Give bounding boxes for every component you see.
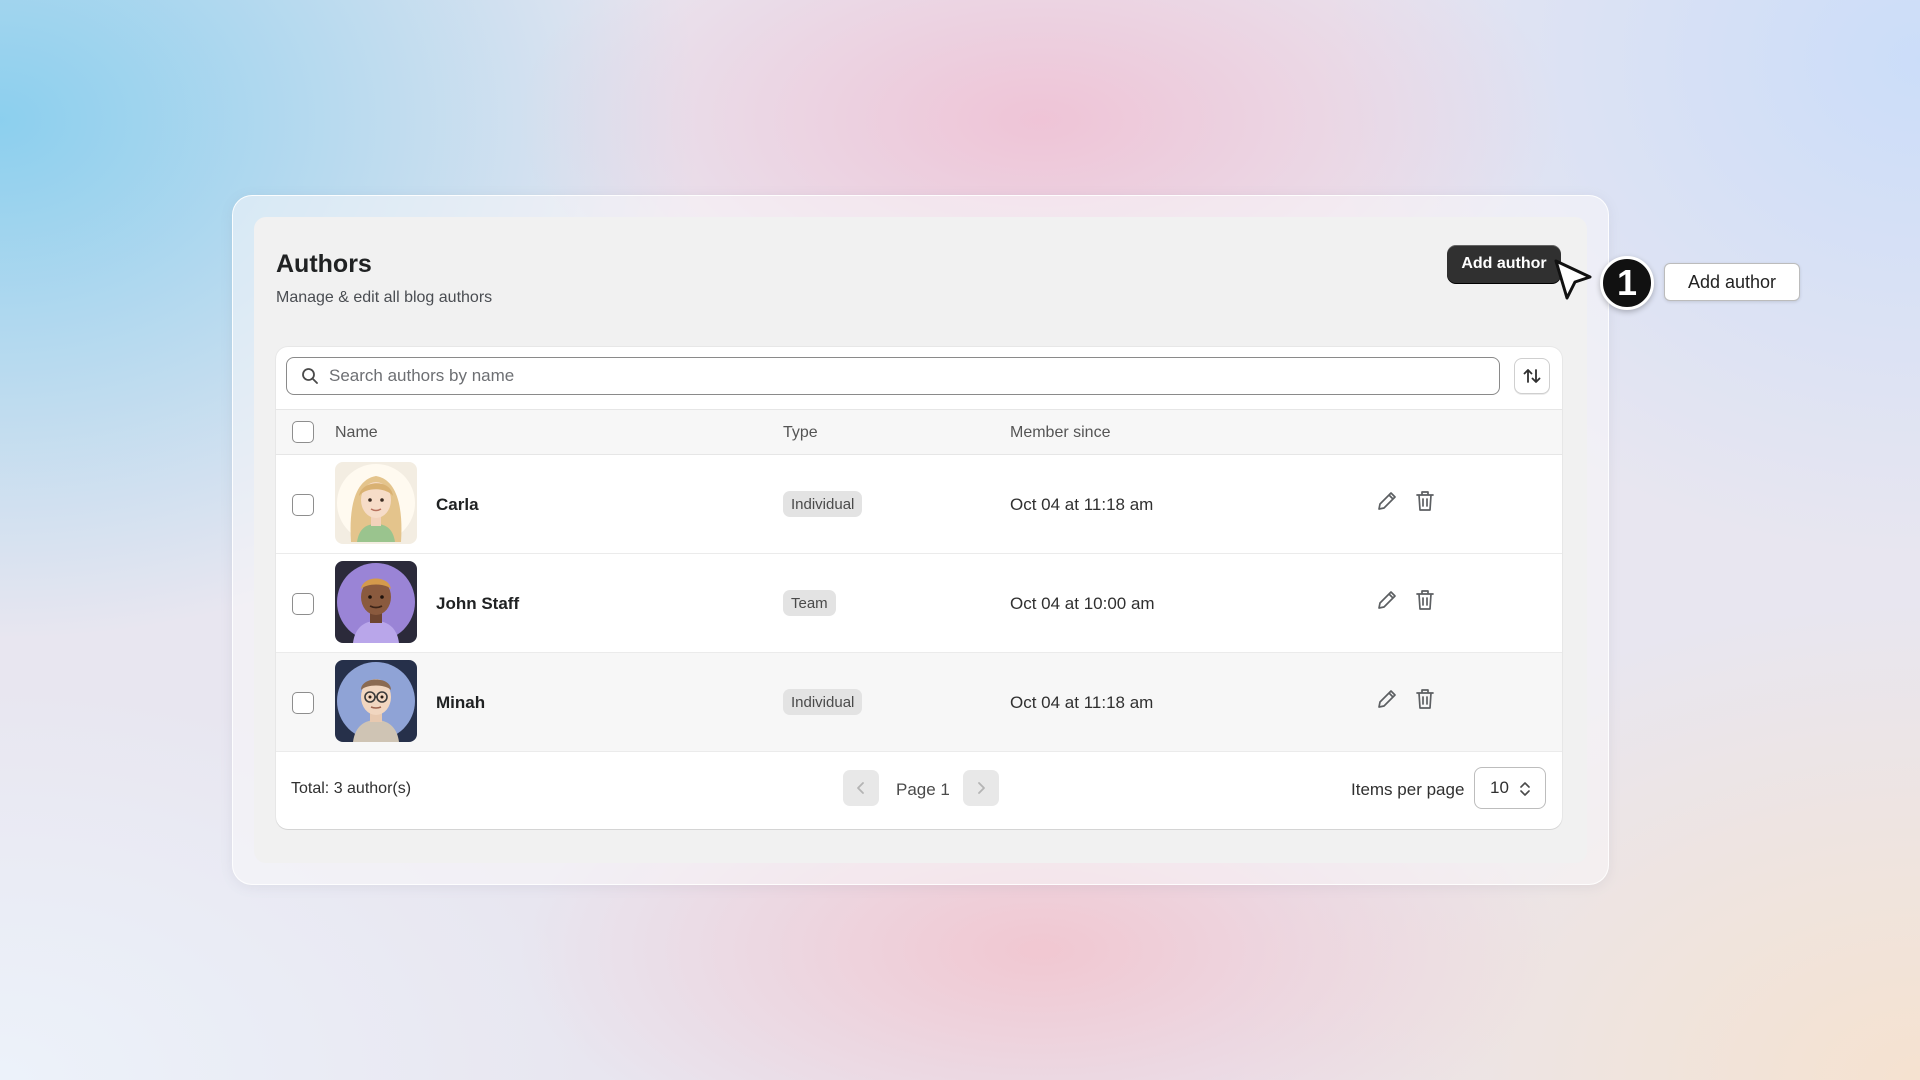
step-callout-label: Add author — [1664, 263, 1800, 301]
header-name: Name — [335, 424, 378, 441]
search-field[interactable] — [286, 357, 1500, 395]
prev-page-button[interactable] — [843, 770, 879, 806]
trash-icon[interactable] — [1414, 588, 1436, 612]
man-glasses-avatar-icon — [335, 660, 417, 742]
trash-icon[interactable] — [1414, 687, 1436, 711]
page-subtitle: Manage & edit all blog authors — [276, 289, 493, 306]
items-per-page-select[interactable]: 10 — [1474, 767, 1546, 809]
header-type: Type — [783, 424, 818, 441]
mouse-pointer-icon — [1554, 259, 1592, 300]
select-chevrons-icon — [1520, 782, 1530, 796]
row-checkbox[interactable] — [292, 692, 314, 714]
trash-icon[interactable] — [1414, 489, 1436, 513]
page-title: Authors — [276, 250, 372, 278]
table-row[interactable]: John Staff Team Oct 04 at 10:00 am — [276, 554, 1562, 653]
type-badge: Team — [783, 590, 836, 616]
select-all-checkbox[interactable] — [292, 421, 314, 443]
chevron-left-icon — [857, 782, 864, 794]
header-member-since: Member since — [1010, 424, 1111, 441]
search-icon — [302, 368, 318, 384]
table-footer: Total: 3 author(s) Page 1 Items per page… — [276, 752, 1562, 829]
step-number-badge: 1 — [1600, 256, 1654, 310]
table-row[interactable]: Carla Individual Oct 04 at 11:18 am — [276, 455, 1562, 554]
total-count: Total: 3 author(s) — [291, 780, 412, 797]
table-header: Name Type Member since — [276, 409, 1562, 455]
author-name: John Staff — [436, 594, 520, 613]
man-dark-avatar-icon — [335, 561, 417, 643]
type-badge: Individual — [783, 689, 863, 715]
pencil-icon[interactable] — [1375, 588, 1399, 612]
author-name: Minah — [436, 693, 486, 712]
pencil-icon[interactable] — [1375, 687, 1399, 711]
sort-button[interactable] — [1514, 358, 1550, 394]
member-since-date: Oct 04 at 10:00 am — [1010, 594, 1155, 613]
avatar — [335, 561, 417, 643]
avatar — [335, 660, 417, 742]
author-name: Carla — [436, 495, 479, 514]
table-row[interactable]: Minah Individual Oct 04 at 11:18 am — [276, 653, 1562, 752]
row-checkbox[interactable] — [292, 593, 314, 615]
member-since-date: Oct 04 at 11:18 am — [1010, 495, 1154, 514]
chevron-right-icon — [978, 782, 985, 794]
items-per-page-label: Items per page — [1351, 780, 1465, 799]
avatar — [335, 462, 417, 544]
search-input[interactable] — [329, 366, 1479, 386]
row-checkbox[interactable] — [292, 494, 314, 516]
woman-blonde-avatar-icon — [335, 462, 417, 544]
pencil-icon[interactable] — [1375, 489, 1399, 513]
authors-table-card: Name Type Member since Carla Individual … — [276, 347, 1562, 829]
page-indicator: Page 1 — [896, 780, 950, 799]
next-page-button[interactable] — [963, 770, 999, 806]
type-badge: Individual — [783, 491, 863, 517]
add-author-button[interactable]: Add author — [1447, 245, 1561, 283]
items-per-page-value: 10 — [1490, 778, 1509, 797]
sort-arrows-icon — [1523, 369, 1541, 383]
member-since-date: Oct 04 at 11:18 am — [1010, 693, 1154, 712]
